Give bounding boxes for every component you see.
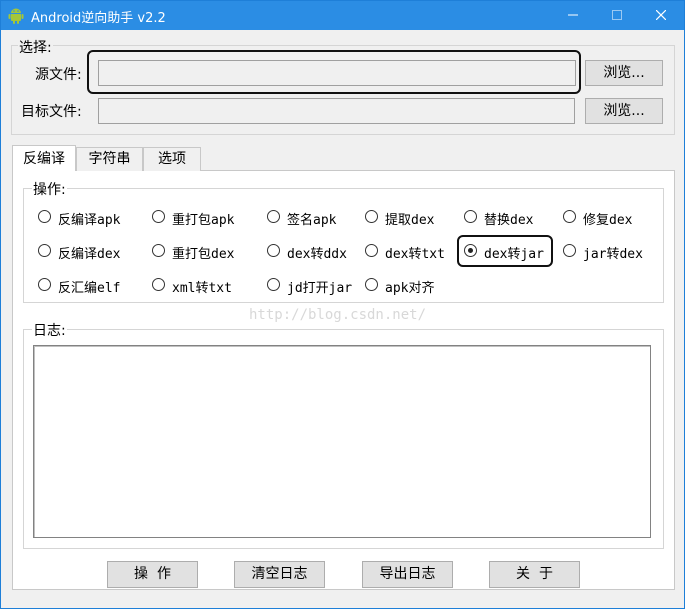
log-textarea[interactable] (33, 345, 651, 538)
minimize-button[interactable] (551, 1, 595, 30)
maximize-icon (612, 10, 622, 20)
dex-to-jar-highlight (457, 235, 553, 267)
radio-circle[interactable] (267, 278, 280, 291)
select-group-label: 选择: (18, 37, 53, 57)
clear-log-button[interactable]: 清空日志 (234, 561, 325, 588)
close-icon (655, 9, 667, 21)
radio-circle[interactable] (267, 210, 280, 223)
target-file-label: 目标文件: (21, 104, 82, 120)
operation-group-label: 操作: (32, 179, 67, 199)
tab-decompile[interactable]: 反编译 (12, 145, 76, 171)
tab-strings[interactable]: 字符串 (76, 147, 143, 171)
radio-circle[interactable] (38, 210, 51, 223)
export-log-button[interactable]: 导出日志 (362, 561, 453, 588)
radio-circle[interactable] (464, 210, 477, 223)
title-bar[interactable]: Android逆向助手 v2.2 (1, 1, 684, 30)
radio-circle[interactable] (365, 244, 378, 257)
window-title: Android逆向助手 v2.2 (31, 11, 166, 26)
target-file-field[interactable] (98, 98, 575, 124)
target-browse-button[interactable]: 浏览... (585, 98, 663, 124)
android-icon (8, 8, 24, 24)
source-file-label: 源文件: (35, 67, 82, 83)
close-button[interactable] (639, 1, 683, 30)
radio-circle[interactable] (152, 278, 165, 291)
app-window: Android逆向助手 v2.2 选择: 源文件: 浏览... 目标文件: 浏览… (0, 0, 685, 609)
radio-circle[interactable] (152, 244, 165, 257)
radio-circle[interactable] (563, 210, 576, 223)
source-browse-button[interactable]: 浏览... (585, 60, 663, 86)
operate-button[interactable]: 操 作 (107, 561, 198, 588)
radio-circle[interactable] (152, 210, 165, 223)
radio-circle[interactable] (267, 244, 280, 257)
about-button[interactable]: 关 于 (489, 561, 580, 588)
radio-circle[interactable] (365, 210, 378, 223)
maximize-button[interactable] (595, 1, 639, 30)
source-field-highlight (87, 50, 581, 94)
tab-options[interactable]: 选项 (143, 147, 201, 171)
radio-circle[interactable] (563, 244, 576, 257)
radio-circle[interactable] (365, 278, 378, 291)
watermark-text: http://blog.csdn.net/ (249, 307, 427, 323)
radio-circle[interactable] (38, 278, 51, 291)
minimize-icon (568, 14, 578, 16)
radio-circle[interactable] (38, 244, 51, 257)
log-group-label: 日志: (32, 320, 67, 340)
